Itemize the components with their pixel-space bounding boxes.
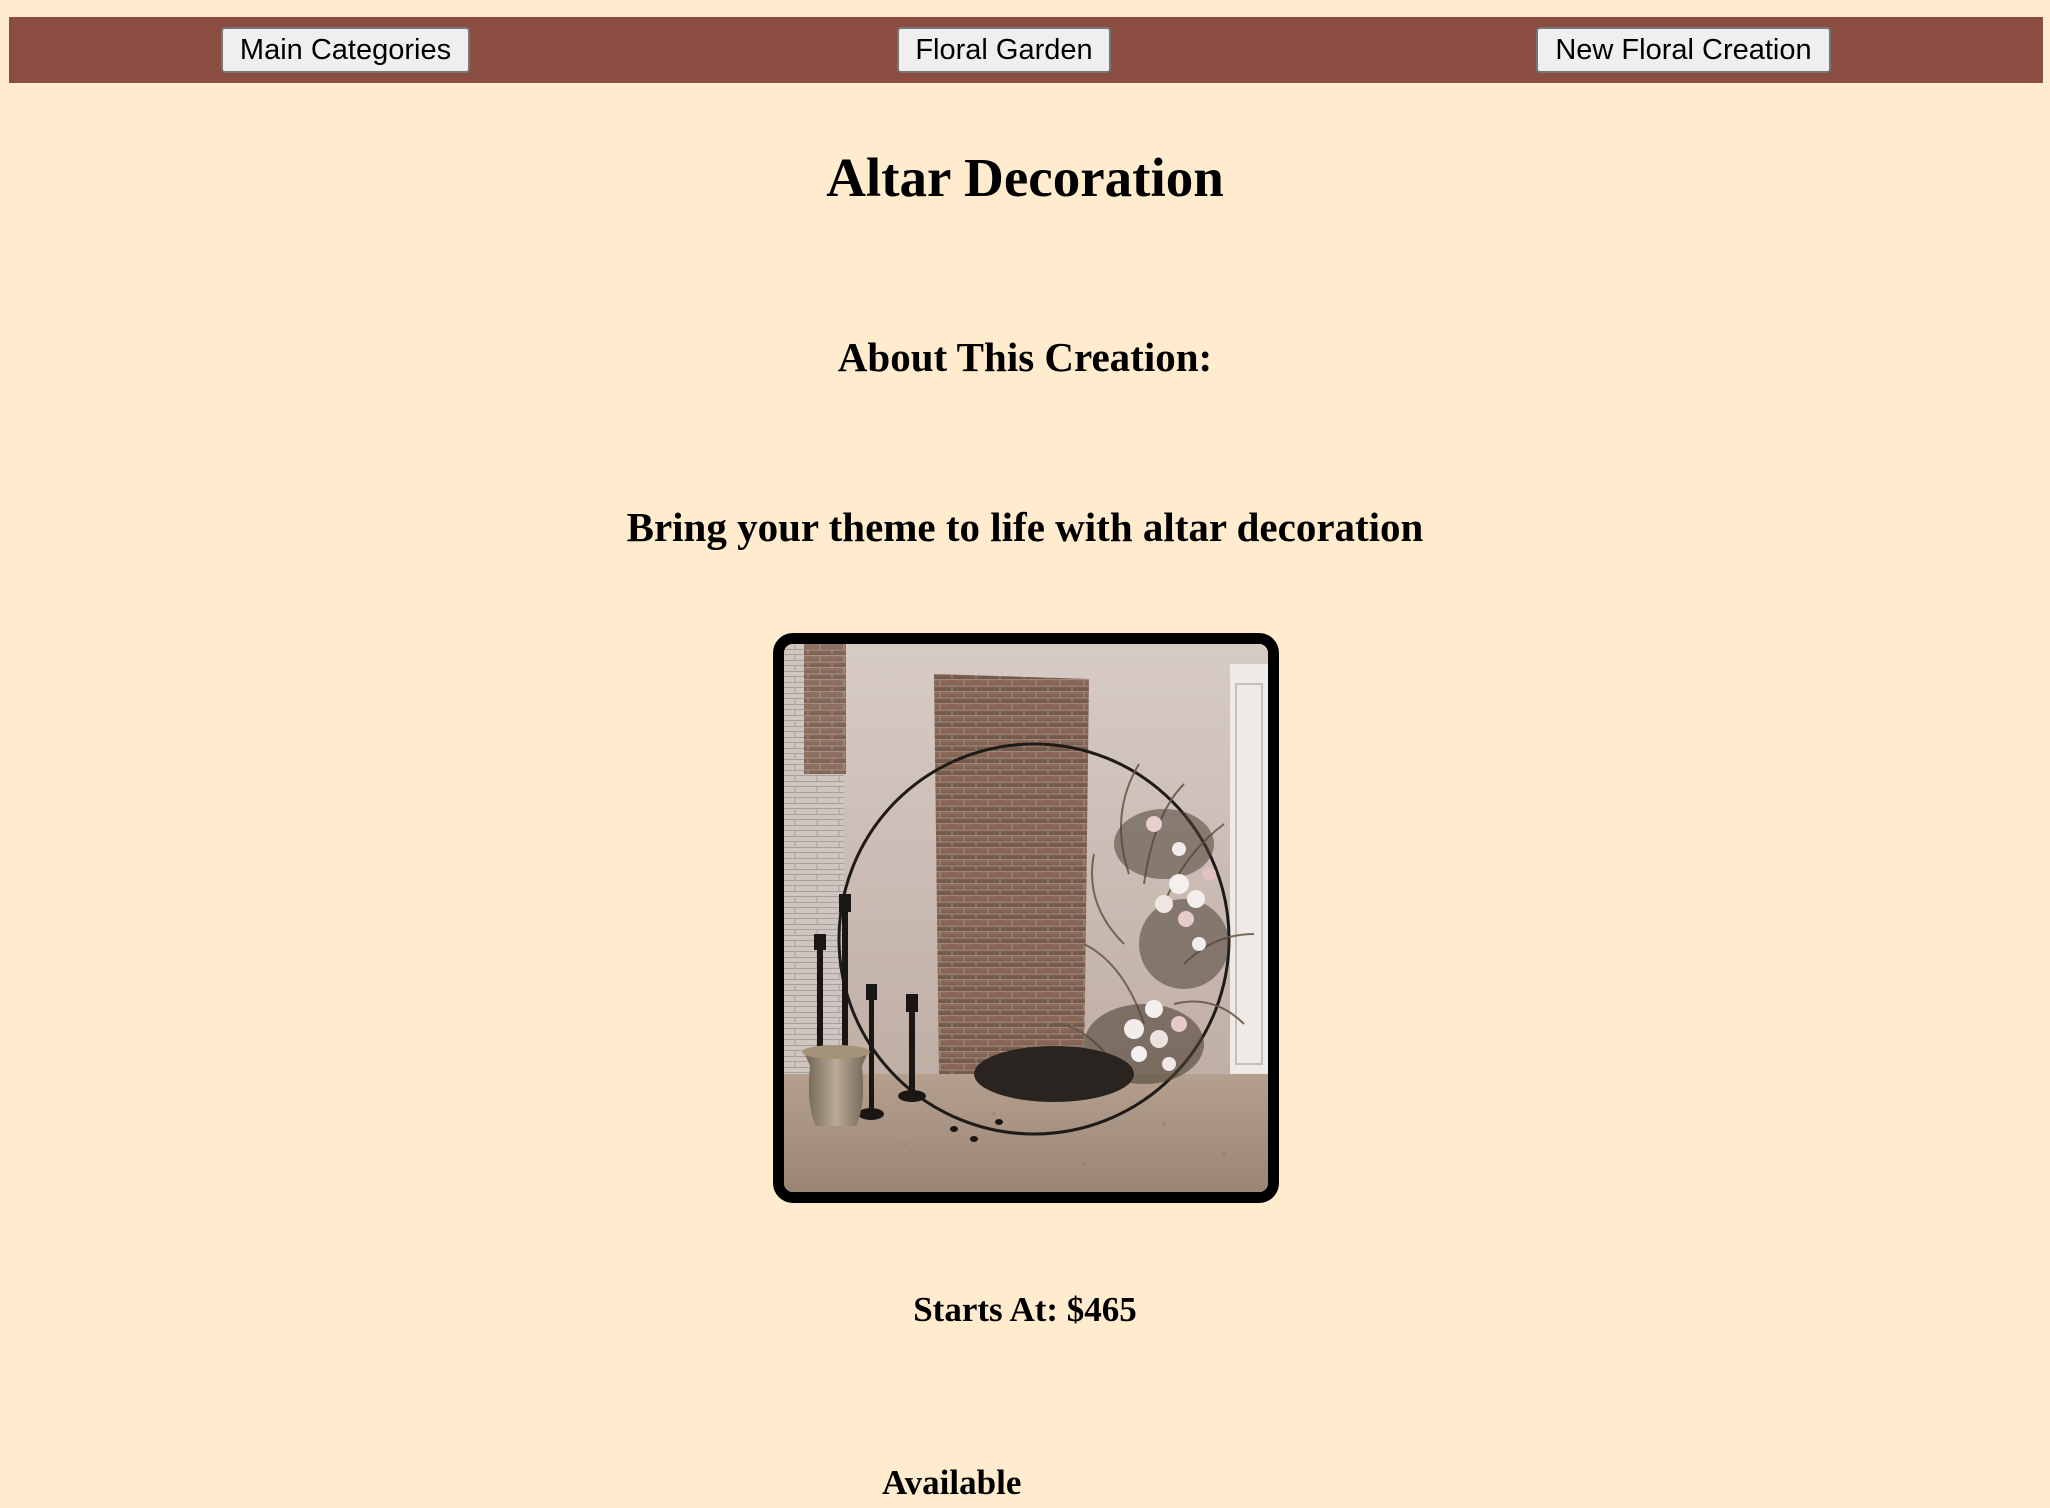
- starting-price: Starts At: $465: [913, 1290, 1137, 1329]
- top-nav-bar: Main Categories Floral Garden New Floral…: [9, 17, 2043, 83]
- availability-heading: Available: [882, 1463, 1022, 1502]
- main-categories-button[interactable]: Main Categories: [221, 27, 470, 73]
- about-heading: About This Creation:: [837, 334, 1213, 380]
- floral-garden-button[interactable]: Floral Garden: [897, 27, 1111, 73]
- creation-tagline: Bring your theme to life with altar deco…: [626, 504, 1424, 550]
- altar-photo-illustration: [784, 644, 1268, 1192]
- new-floral-creation-button[interactable]: New Floral Creation: [1536, 27, 1831, 73]
- altar-decoration-photo: [773, 633, 1279, 1203]
- page-title: Altar Decoration: [826, 147, 1224, 208]
